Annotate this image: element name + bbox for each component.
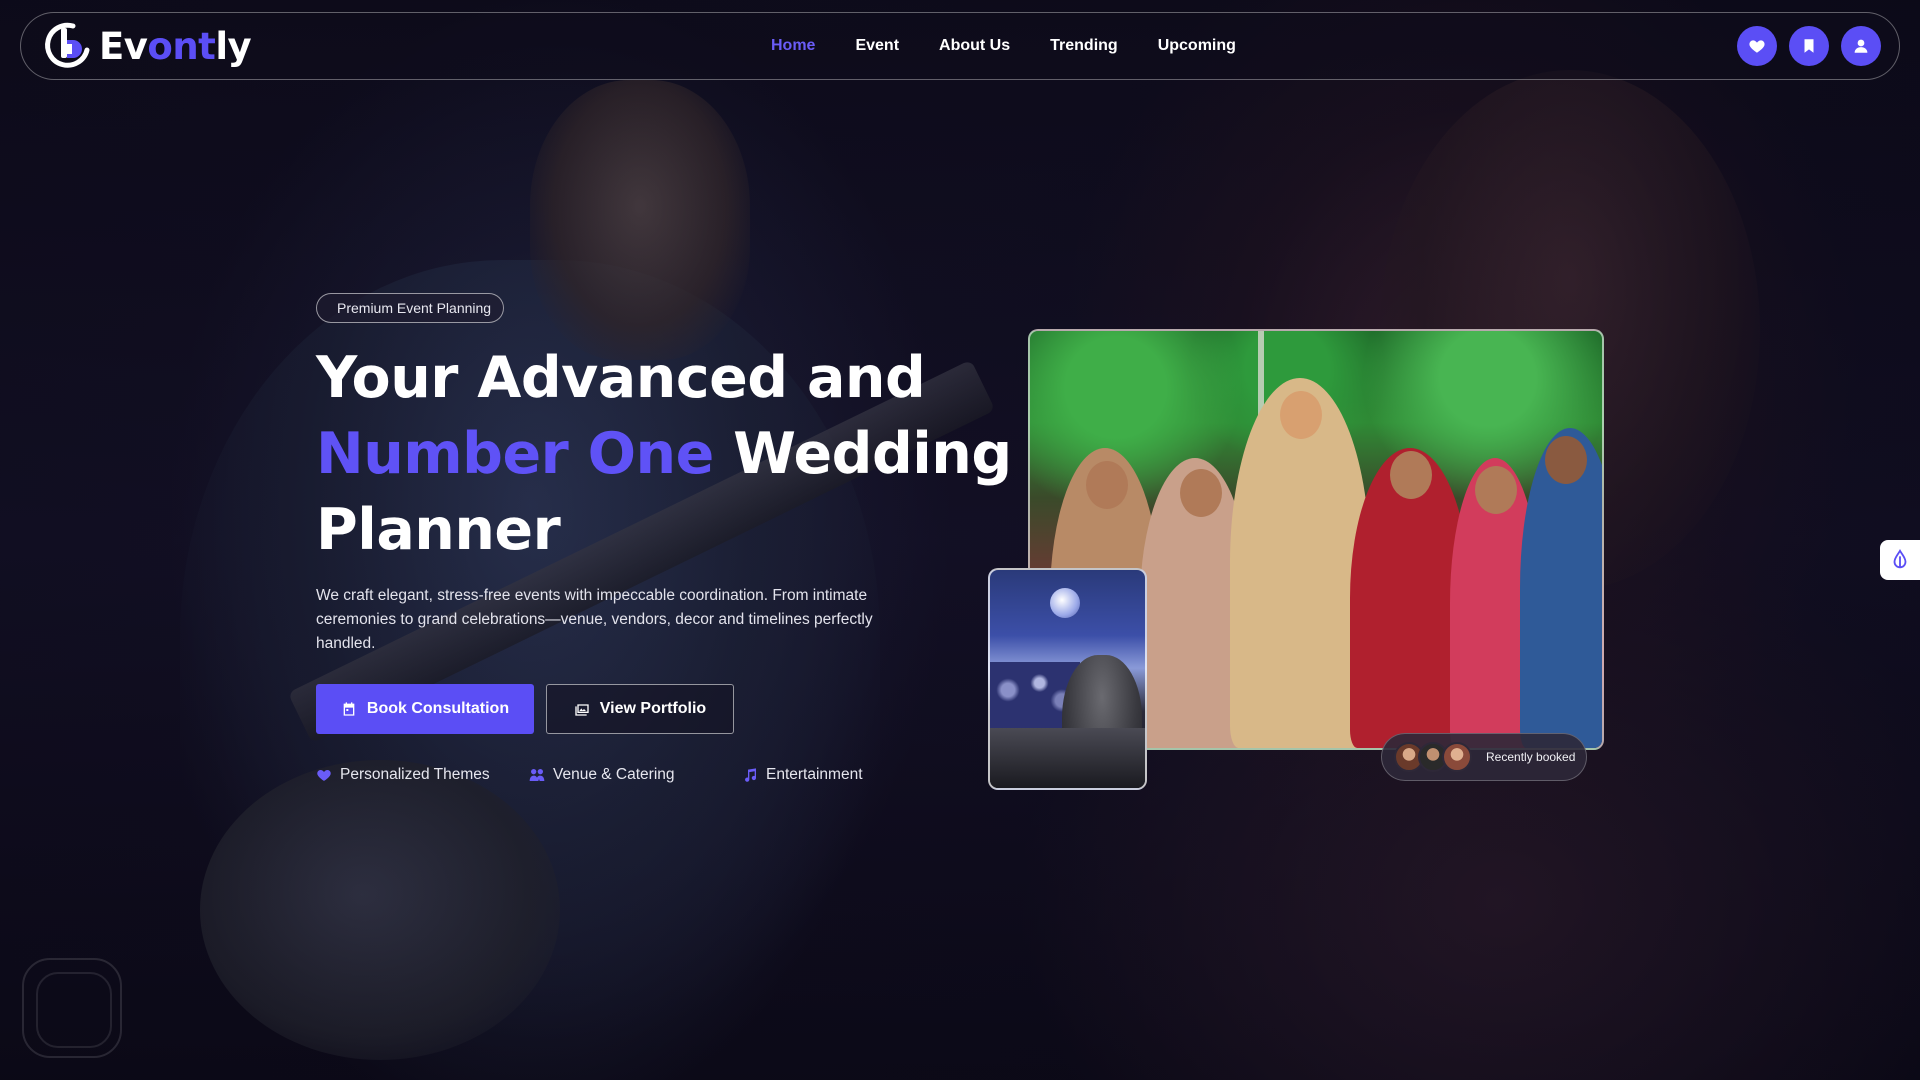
- hero-description: We craft elegant, stress-free events wit…: [316, 587, 873, 652]
- photo-guest-head: [1475, 466, 1517, 514]
- nav-upcoming[interactable]: Upcoming: [1158, 37, 1236, 55]
- view-portfolio-label: View Portfolio: [599, 700, 707, 717]
- calendar-icon: [343, 702, 355, 716]
- nav-trending[interactable]: Trending: [1050, 37, 1118, 55]
- account-button[interactable]: [1841, 26, 1881, 66]
- feature-item-venue: Venue & Catering: [529, 766, 675, 784]
- navbar: Evontly Home Event About Us Trending Upc…: [20, 12, 1900, 80]
- nav-about-us[interactable]: About Us: [939, 37, 1010, 55]
- nav-links: Home Event About Us Trending Upcoming: [771, 13, 1236, 79]
- hero-title: Your Advanced and Number One Wedding Pla…: [316, 340, 1016, 568]
- hero-title-accent: Number One: [316, 421, 714, 487]
- photo-groom-head: [1280, 391, 1322, 439]
- nav-event[interactable]: Event: [855, 37, 899, 55]
- feature-label: Entertainment: [766, 766, 863, 783]
- theme-toggle-tab[interactable]: [1880, 540, 1920, 580]
- avatar: [1442, 742, 1472, 772]
- hero-title-line3: Planner: [316, 497, 561, 563]
- hero-badge: Premium Event Planning: [316, 293, 505, 323]
- book-consultation-label: Book Consultation: [366, 700, 510, 717]
- music-note-icon: [745, 768, 756, 782]
- bookmark-button[interactable]: [1789, 26, 1829, 66]
- bookmark-icon: [1804, 39, 1814, 53]
- photo-dj-deck: [990, 728, 1145, 788]
- dj-photo: [988, 568, 1147, 790]
- nav-actions: [1737, 26, 1881, 66]
- logo-text: Evontly: [99, 24, 252, 68]
- corner-decoration: [22, 958, 122, 1058]
- feature-label: Personalized Themes: [340, 766, 490, 783]
- people-icon: [529, 769, 545, 781]
- feature-label: Venue & Catering: [553, 766, 675, 783]
- photo-bride-head: [1390, 451, 1432, 499]
- hero-title-line1: Your Advanced and: [316, 345, 926, 411]
- heart-icon: [1749, 40, 1765, 53]
- drop-icon: [1893, 549, 1907, 569]
- photo-guest-head: [1180, 469, 1222, 517]
- book-consultation-button[interactable]: Book Consultation: [316, 684, 534, 734]
- photo-disco-ball: [1050, 588, 1080, 618]
- view-portfolio-button[interactable]: View Portfolio: [546, 684, 734, 734]
- feature-item-themes: Personalized Themes: [316, 766, 490, 784]
- user-icon: [1854, 39, 1868, 53]
- avatar-group: [1394, 742, 1472, 772]
- wishlist-button[interactable]: [1737, 26, 1777, 66]
- feature-list: Personalized Themes Venue & Catering Ent…: [316, 766, 916, 788]
- photo-guest-head: [1086, 461, 1128, 509]
- recently-booked-label: Recently booked: [1486, 750, 1576, 764]
- feature-item-entertainment: Entertainment: [742, 766, 863, 784]
- logo-mark-icon: [45, 22, 90, 68]
- heart-icon: [317, 770, 331, 781]
- images-icon: [575, 704, 589, 716]
- recently-booked-badge: Recently booked: [1381, 733, 1587, 781]
- photo-guest-head: [1545, 436, 1587, 484]
- hero-title-after-accent: Wedding: [733, 421, 1012, 487]
- nav-home[interactable]: Home: [771, 37, 815, 55]
- logo[interactable]: Evontly: [43, 20, 252, 72]
